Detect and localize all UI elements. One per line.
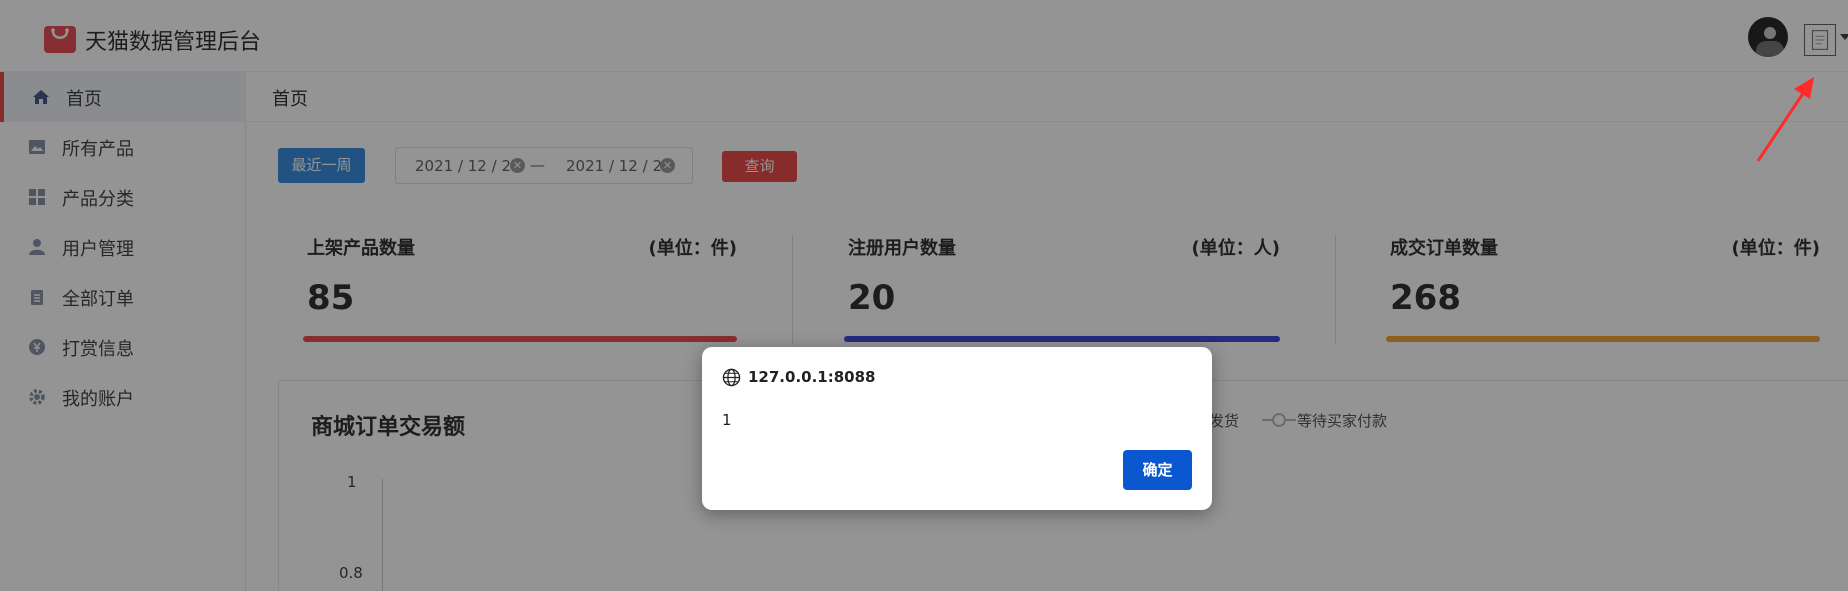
annotation-arrow-icon xyxy=(1756,77,1814,162)
globe-icon xyxy=(722,368,741,387)
dialog-message: 1 xyxy=(722,411,732,429)
alert-dialog: 127.0.0.1:8088 1 确定 xyxy=(702,347,1212,510)
dialog-host: 127.0.0.1:8088 xyxy=(748,368,876,386)
ok-button[interactable]: 确定 xyxy=(1123,450,1192,490)
